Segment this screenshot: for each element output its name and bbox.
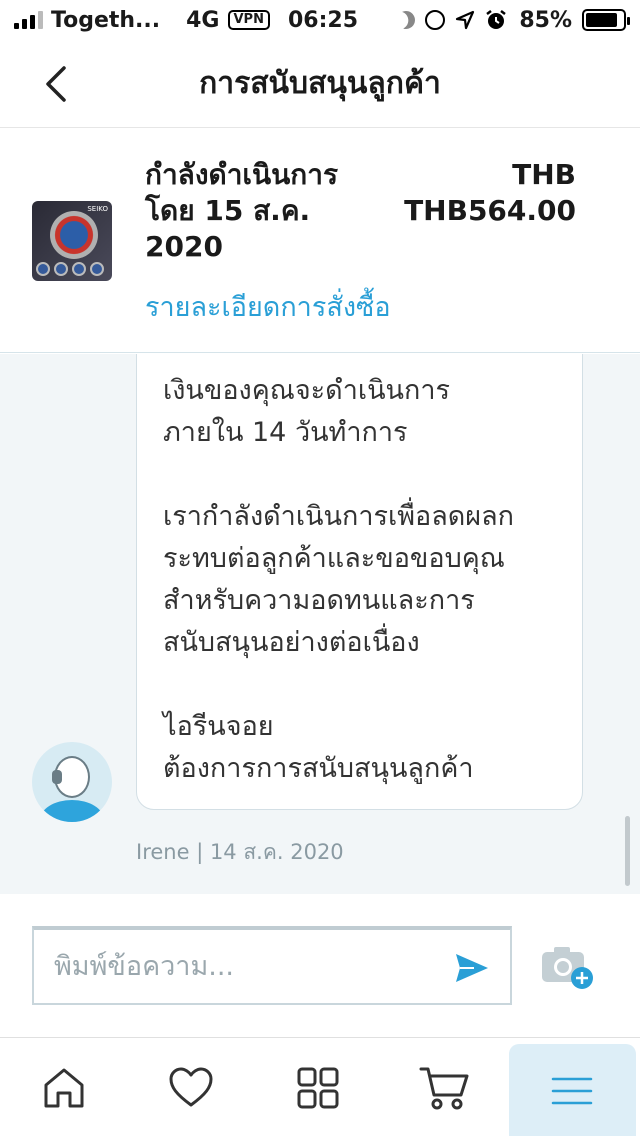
send-icon[interactable] [454,950,490,986]
rotation-lock-icon [425,10,446,30]
message-paragraph: เงินของคุณจะดำเนินการ ภายใน 14 วันทำการ [163,375,451,448]
order-status-line: 2020 [145,230,223,263]
message-bubble: เงินของคุณจะดำเนินการ ภายใน 14 วันทำการ … [136,354,583,810]
battery-icon [582,9,630,31]
bottom-tab-bar [0,1037,640,1136]
vpn-badge: VPN [227,10,270,30]
battery-percent: 85% [519,7,572,33]
message-input[interactable] [54,951,434,982]
nav-bar: การสนับสนุนลูกค้า [0,40,640,128]
carrier-name: Togeth... [51,7,161,33]
tab-favorites[interactable] [127,1038,254,1136]
chat-area[interactable]: เงินของคุณจะดำเนินการ ภายใน 14 วันทำการ … [0,354,640,894]
order-status-line: โดย 15 ส.ค. [145,194,311,227]
price-amount: THB564.00 [404,194,576,227]
camera-icon[interactable] [540,944,596,990]
do-not-disturb-icon [394,8,419,33]
currency-label: THB [512,158,576,191]
message-meta: Irene | 14 ส.ค. 2020 [136,840,344,864]
menu-icon [552,1077,593,1104]
order-details-link[interactable]: รายละเอียดการสั่งซื้อ [145,285,391,328]
tab-home[interactable] [0,1038,127,1136]
chat-scrollbar[interactable] [625,816,630,886]
thumbnail-brand: SEIKO [87,205,108,213]
order-price: THB THB564.00 [404,157,576,229]
tab-cart[interactable] [382,1038,509,1136]
tab-menu[interactable] [508,1044,637,1136]
order-status-line: กำลังดำเนินการ [145,158,338,191]
tab-categories[interactable] [254,1038,381,1136]
clock: 06:25 [287,7,358,33]
message-composer [0,894,640,1037]
order-summary-card: SEIKO กำลังดำเนินการ โดย 15 ส.ค. 2020 TH… [0,129,640,353]
order-status: กำลังดำเนินการ โดย 15 ส.ค. 2020 [145,157,375,265]
home-icon [44,1068,84,1107]
status-bar: Togeth... 4G VPN 06:25 85% [0,0,640,40]
message-input-box [32,926,512,1005]
heart-icon [169,1067,213,1106]
grid-icon [297,1067,339,1108]
back-arrow-icon[interactable] [36,62,80,106]
network-type: 4G [186,7,220,33]
cart-icon [419,1067,469,1109]
signal-icon [14,11,43,29]
agent-avatar [32,742,112,822]
product-thumbnail[interactable]: SEIKO [32,201,112,281]
location-arrow-icon [456,10,475,30]
alarm-icon [486,10,507,29]
message-paragraph: เรากำลังดำเนินการเพื่อลดผลก ระทบต่อลูกค้… [163,501,515,658]
message-paragraph: ไอรีนจอย ต้องการการสนับสนุนลูกค้า [163,711,474,784]
page-title: การสนับสนุนลูกค้า [199,66,441,101]
